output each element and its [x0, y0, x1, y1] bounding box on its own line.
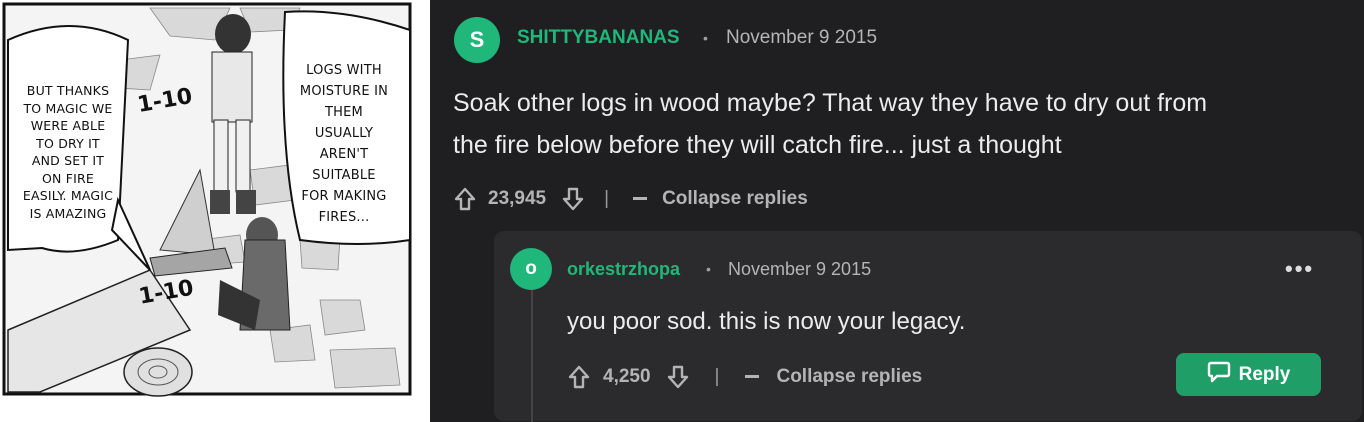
left-speech-bubble: BUT THANKS TO MAGIC WE WERE ABLE TO DRY … — [12, 82, 124, 222]
comment-actions: 23,945 | Collapse replies — [454, 184, 808, 214]
comment-text-line: the fire below before they will catch fi… — [453, 131, 1062, 159]
bubble-line: BUT THANKS — [26, 83, 110, 98]
comment-thread: S SHITTYBANANAS • November 9 2015 Soak o… — [430, 0, 1364, 422]
bubble-line: TO MAGIC WE — [23, 100, 113, 116]
bubble-line: EASILY. MAGIC — [22, 188, 114, 203]
comment-text-line: Soak other logs in wood maybe? That way … — [453, 89, 1208, 117]
manga-panel: 1-10 1-10 BUT THANKS TO MAGIC WE WERE AB… — [0, 0, 430, 422]
bubble-line: AREN'T — [319, 147, 369, 162]
collapse-replies-button[interactable]: Collapse replies — [745, 366, 922, 388]
more-options-icon[interactable]: ••• — [1285, 256, 1314, 282]
downvote-arrow-icon[interactable] — [562, 187, 584, 211]
avatar-letter: S — [469, 27, 485, 52]
upvote-arrow-icon[interactable] — [568, 365, 590, 389]
action-divider: | — [714, 366, 720, 387]
bubble-line: IS AMAZING — [29, 205, 107, 221]
minus-icon — [633, 197, 648, 201]
collapse-replies-button[interactable]: Collapse replies — [633, 188, 808, 210]
upvote-count: 23,945 — [488, 188, 547, 209]
collapse-replies-label: Collapse replies — [662, 188, 808, 209]
upvote-arrow-icon[interactable] — [454, 187, 476, 211]
bubble-line: MOISTURE IN — [299, 84, 389, 99]
reply-body: you poor sod. this is now your legacy. — [567, 308, 966, 335]
reply-button[interactable]: Reply — [1176, 353, 1321, 396]
bubble-line: AND SET IT — [31, 153, 105, 168]
bubble-line: LOGS WITH — [306, 63, 382, 78]
reply-date: November 9 2015 — [728, 259, 872, 279]
separator-dot: • — [706, 261, 711, 277]
comment-username[interactable]: SHITTYBANANAS — [517, 27, 680, 49]
separator-dot: • — [703, 30, 708, 46]
bubble-line: WERE ABLE — [30, 118, 106, 133]
reply-actions: 4,250 | Collapse replies — [568, 362, 922, 392]
bubble-line: USUALLY — [314, 126, 374, 141]
reply-avatar[interactable]: o — [510, 248, 552, 290]
reply-button-label: Reply — [1238, 363, 1291, 385]
bubble-line: THEM — [325, 105, 363, 120]
right-speech-bubble: LOGS WITH MOISTURE IN THEM USUALLY AREN'… — [282, 60, 406, 228]
comment-body: Soak other logs in wood maybe? That way … — [453, 82, 1207, 166]
avatar-letter: o — [525, 258, 537, 279]
bubble-line: FOR MAKING — [301, 189, 387, 204]
action-divider: | — [604, 188, 610, 209]
bubble-line: TO DRY IT — [36, 135, 100, 151]
downvote-arrow-icon[interactable] — [667, 365, 689, 389]
bubble-line: FIRES... — [318, 210, 370, 225]
minus-icon — [745, 375, 760, 379]
chat-bubble-icon — [1207, 361, 1231, 389]
reply-username[interactable]: orkestrzhopa — [567, 259, 680, 280]
upvote-count: 4,250 — [603, 366, 651, 387]
comment-date: November 9 2015 — [726, 27, 878, 48]
collapse-replies-label: Collapse replies — [776, 366, 923, 387]
thread-line[interactable] — [531, 290, 533, 422]
user-avatar[interactable]: S — [454, 17, 500, 63]
bubble-line: ON FIRE — [41, 170, 95, 186]
bubble-line: SUITABLE — [312, 168, 376, 183]
